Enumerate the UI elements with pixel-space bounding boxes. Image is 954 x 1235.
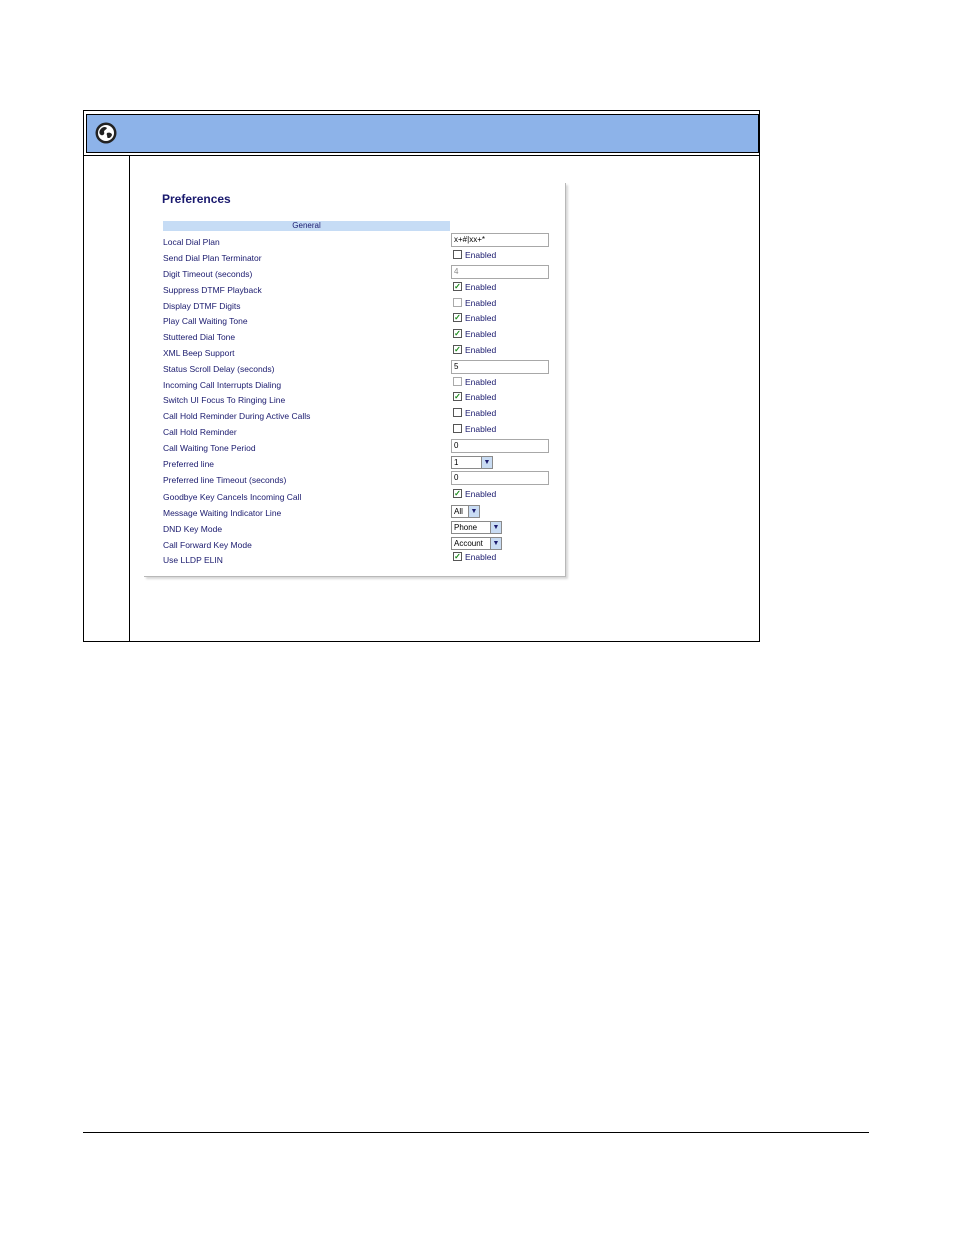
text-input[interactable]: 0	[451, 471, 549, 485]
checkbox-box[interactable]	[453, 377, 462, 386]
checkbox-box[interactable]	[453, 250, 462, 259]
checkbox-label: Enabled	[465, 282, 497, 292]
checkbox-label: Enabled	[465, 313, 497, 323]
field-label: Digit Timeout (seconds)	[163, 269, 253, 279]
checkbox-label: Enabled	[465, 552, 497, 562]
checkbox-label: Enabled	[465, 329, 497, 339]
text-input[interactable]: 4	[451, 265, 549, 279]
select-value: Phone	[454, 523, 478, 532]
checkmark-icon[interactable]: ✓	[453, 489, 462, 498]
dropdown-select[interactable]: All ▼	[451, 505, 480, 518]
footer-rule	[83, 1132, 869, 1133]
field-label: Call Hold Reminder During Active Calls	[163, 411, 311, 421]
field-label: Send Dial Plan Terminator	[163, 253, 262, 263]
chevron-down-icon[interactable]: ▼	[481, 457, 492, 468]
field-label: Preferred line Timeout (seconds)	[163, 475, 287, 485]
left-divider	[129, 155, 130, 642]
field-label: Display DTMF Digits	[163, 301, 241, 311]
select-value: 1	[454, 458, 459, 467]
field-label: Message Waiting Indicator Line	[163, 508, 282, 518]
checkmark-icon[interactable]: ✓	[453, 345, 462, 354]
field-label: Call Waiting Tone Period	[163, 443, 256, 453]
field-label: Goodbye Key Cancels Incoming Call	[163, 492, 302, 502]
text-input[interactable]: 5	[451, 360, 549, 374]
globe-icon	[95, 122, 117, 144]
field-label: Local Dial Plan	[163, 237, 220, 247]
field-label: XML Beep Support	[163, 348, 235, 358]
dropdown-select[interactable]: Phone ▼	[451, 521, 502, 534]
field-label: Suppress DTMF Playback	[163, 285, 262, 295]
page-title: Preferences	[162, 192, 231, 206]
checkbox-label: Enabled	[465, 408, 497, 418]
chevron-down-icon[interactable]: ▼	[490, 538, 501, 549]
field-label: Use LLDP ELIN	[163, 555, 223, 565]
checkbox-label: Enabled	[465, 377, 497, 387]
field-label: Call Forward Key Mode	[163, 540, 252, 550]
select-value: Account	[454, 539, 483, 548]
field-label: Preferred line	[163, 459, 215, 469]
checkbox-label: Enabled	[465, 298, 497, 308]
text-input[interactable]: 0	[451, 439, 549, 453]
header-bar	[86, 114, 759, 153]
checkbox-label: Enabled	[465, 489, 497, 499]
checkmark-icon[interactable]: ✓	[453, 329, 462, 338]
section-general-header: General	[163, 221, 450, 231]
checkmark-icon[interactable]: ✓	[453, 313, 462, 322]
field-label: Status Scroll Delay (seconds)	[163, 364, 275, 374]
checkbox-box[interactable]	[453, 298, 462, 307]
field-label: Switch UI Focus To Ringing Line	[163, 395, 286, 405]
dropdown-select[interactable]: Account ▼	[451, 537, 502, 550]
chevron-down-icon[interactable]: ▼	[490, 522, 501, 533]
checkmark-icon[interactable]: ✓	[453, 282, 462, 291]
field-label: Stuttered Dial Tone	[163, 332, 236, 342]
checkbox-label: Enabled	[465, 392, 497, 402]
text-input[interactable]: x+#|xx+*	[451, 233, 549, 247]
field-label: Call Hold Reminder	[163, 427, 237, 437]
checkbox-label: Enabled	[465, 424, 497, 434]
dropdown-select[interactable]: 1 ▼	[451, 456, 493, 469]
field-label: DND Key Mode	[163, 524, 223, 534]
chevron-down-icon[interactable]: ▼	[468, 506, 479, 517]
preferences-panel: Preferences General Local Dial Plan x+#|x…	[144, 183, 566, 577]
checkmark-icon[interactable]: ✓	[453, 392, 462, 401]
checkbox-label: Enabled	[465, 345, 497, 355]
checkbox-label: Enabled	[465, 250, 497, 260]
field-label: Incoming Call Interrupts Dialing	[163, 380, 282, 390]
checkbox-box[interactable]	[453, 424, 462, 433]
checkmark-icon[interactable]: ✓	[453, 552, 462, 561]
field-label: Play Call Waiting Tone	[163, 316, 248, 326]
checkbox-box[interactable]	[453, 408, 462, 417]
select-value: All	[454, 507, 463, 516]
header-rule	[83, 155, 760, 156]
